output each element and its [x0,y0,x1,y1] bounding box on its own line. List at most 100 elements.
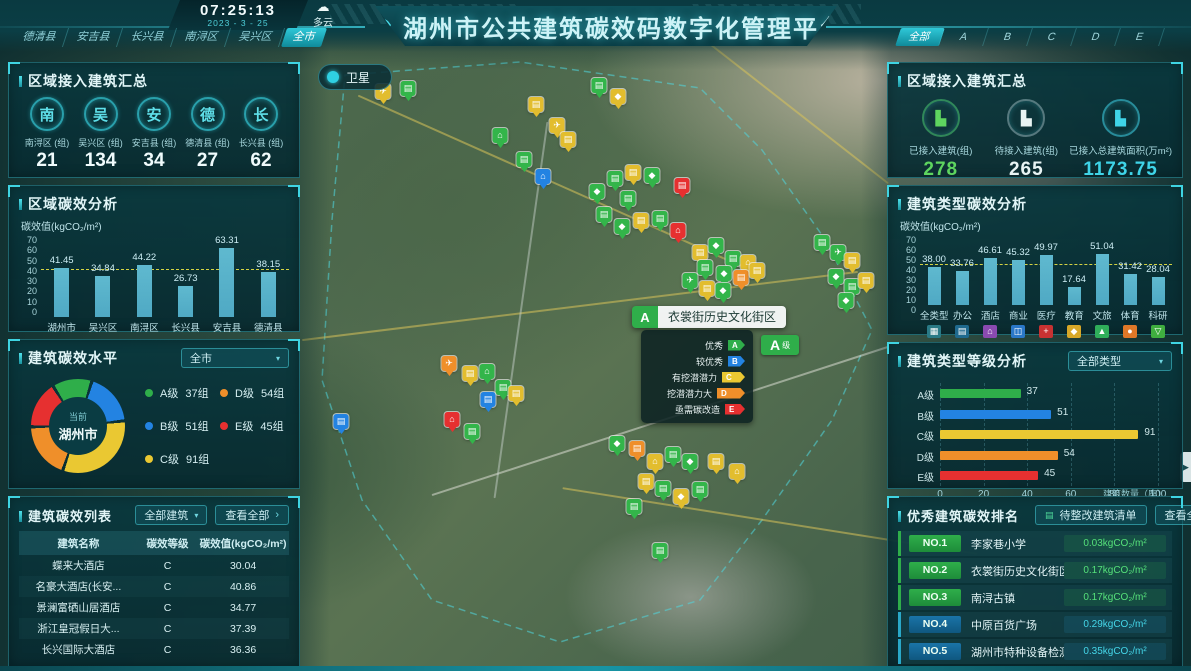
bar[interactable] [1124,274,1137,305]
grade-filter-tab[interactable]: C [1027,28,1077,46]
ranking-row[interactable]: NO.2衣裳街历史文化街区0.17kgCO₂/m² [898,558,1172,583]
region-tab[interactable]: 德清县 [11,28,69,47]
hbar[interactable] [940,389,1021,398]
map-marker[interactable]: ◆ [674,489,689,504]
ranking-row[interactable]: NO.4中原百货广场0.29kgCO₂/m² [898,612,1172,637]
hbar[interactable] [940,410,1051,419]
map-marker[interactable]: ▤ [621,191,636,206]
table-row[interactable]: 浙江皇冠假日大...C37.39 [19,618,289,639]
map-marker[interactable]: ✈ [442,356,457,371]
map-marker[interactable]: ▤ [561,132,576,147]
table-row[interactable]: 景澜富硒山居酒店C34.77 [19,597,289,618]
map-marker[interactable]: ▤ [592,78,607,93]
map-marker[interactable]: ⌂ [445,412,460,427]
bar[interactable] [261,272,276,317]
city-dropdown[interactable]: 全市 ▾ [181,348,289,368]
map-marker[interactable]: ▤ [845,279,860,294]
map-marker[interactable]: ✈ [683,273,698,288]
ranking-row[interactable]: NO.3南浔古镇0.17kgCO₂/m² [898,585,1172,610]
map-marker[interactable]: ◆ [590,184,605,199]
table-row[interactable]: 名豪大酒店(长安...C40.86 [19,576,289,597]
bar[interactable] [178,286,193,317]
satellite-toggle[interactable]: 卫星 [318,64,392,90]
map-marker[interactable]: ✈ [550,118,565,133]
map-marker[interactable]: ▤ [401,81,416,96]
region-tab[interactable]: 安吉县 [65,28,123,47]
grade-filter-tab[interactable]: D [1071,28,1121,46]
map-marker[interactable]: ▤ [630,441,645,456]
map-marker[interactable]: ▤ [653,211,668,226]
map-marker[interactable]: ▤ [509,386,524,401]
region-tab[interactable]: 长兴县 [119,28,177,47]
map-marker[interactable]: ▤ [666,447,681,462]
hbar[interactable] [940,451,1058,460]
map-marker[interactable]: ▤ [675,178,690,193]
map-marker[interactable]: ▤ [726,251,741,266]
map-marker[interactable]: ▤ [634,213,649,228]
map-marker[interactable]: ▤ [529,97,544,112]
map-marker[interactable]: ◆ [829,269,844,284]
map-marker[interactable]: ▤ [750,263,765,278]
grade-filter-tab[interactable]: A [939,28,989,46]
map-marker[interactable]: ◆ [716,283,731,298]
building-filter-dropdown[interactable]: 全部建筑 ▾ [135,505,207,525]
ranking-row[interactable]: NO.5湖州市特种设备检测研究院（长兴）0.35kgCO₂/m² [898,639,1172,664]
table-row[interactable]: 长兴国际大酒店C36.36 [19,639,289,660]
map-marker[interactable]: ⌂ [671,223,686,238]
map-marker[interactable]: ✈ [831,245,846,260]
map-marker[interactable]: ◆ [610,436,625,451]
map-marker[interactable]: ▤ [517,152,532,167]
map-marker[interactable]: ◆ [717,266,732,281]
map-marker[interactable]: ▤ [656,481,671,496]
map-marker[interactable]: ▤ [608,171,623,186]
map-marker[interactable]: ▤ [693,245,708,260]
bar[interactable] [1068,287,1081,305]
map-marker[interactable]: ◆ [611,89,626,104]
bar[interactable] [95,276,110,317]
bar[interactable] [1040,255,1053,305]
map-marker[interactable]: ▤ [859,273,874,288]
map-marker[interactable]: ▤ [734,270,749,285]
hbar[interactable] [940,430,1138,439]
map-marker[interactable]: ▤ [334,414,349,429]
hbar[interactable] [940,471,1038,480]
map-marker[interactable]: ▤ [463,366,478,381]
map-marker[interactable]: ◆ [709,238,724,253]
bar[interactable] [984,258,997,305]
bar[interactable] [219,248,234,317]
view-all-button[interactable]: 查看全部 › [1155,505,1191,525]
map-marker[interactable]: ⌂ [493,128,508,143]
grade-filter-tab[interactable]: B [983,28,1033,46]
map-marker[interactable]: ◆ [683,454,698,469]
bar[interactable] [1152,277,1165,305]
map-marker[interactable]: ▤ [698,260,713,275]
map-marker[interactable]: ◆ [615,219,630,234]
map-marker[interactable]: ▤ [709,454,724,469]
map-marker[interactable]: ◆ [645,168,660,183]
view-all-button[interactable]: 查看全部 › [215,505,289,525]
map-marker[interactable]: ▤ [700,281,715,296]
region-tab[interactable]: 全市 [281,28,327,47]
table-row[interactable]: 蝶来大酒店C30.04 [19,555,289,576]
map-marker[interactable]: ⌂ [536,169,551,184]
map-marker[interactable]: ⌂ [730,464,745,479]
region-tab[interactable]: 南浔区 [173,28,231,47]
grade-filter-tab[interactable]: E [1115,28,1165,46]
bar[interactable] [54,268,69,317]
bar[interactable] [1096,254,1109,305]
bar[interactable] [956,271,969,305]
ranking-row[interactable]: NO.1李家巷小学0.03kgCO₂/m² [898,531,1172,556]
bar[interactable] [928,267,941,305]
type-dropdown[interactable]: 全部类型 ▾ [1068,351,1172,371]
map-marker[interactable]: ▤ [653,543,668,558]
map-marker[interactable]: ⌂ [648,454,663,469]
map-marker[interactable]: ▤ [626,165,641,180]
map-marker[interactable]: ▤ [693,482,708,497]
rectify-list-button[interactable]: ▤ 待整改建筑清单 [1035,505,1147,525]
map-marker[interactable]: ▤ [627,499,642,514]
map-marker[interactable]: ▤ [597,207,612,222]
map-marker[interactable]: ▤ [639,474,654,489]
map-marker[interactable]: ▤ [465,424,480,439]
bar[interactable] [1012,260,1025,305]
map-marker[interactable]: ⌂ [480,364,495,379]
